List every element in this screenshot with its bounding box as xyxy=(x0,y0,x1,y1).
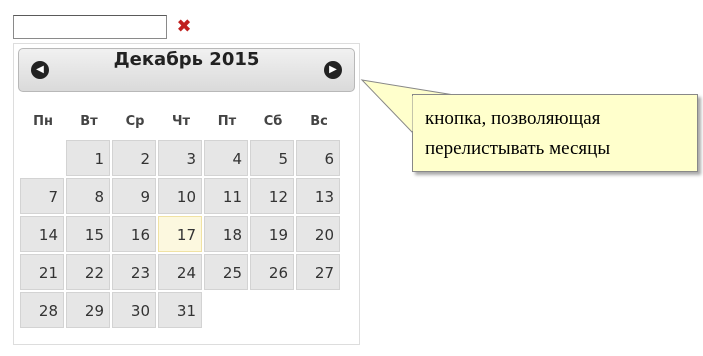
day-4[interactable]: 4 xyxy=(204,139,248,176)
day-cell: 21 xyxy=(20,253,64,290)
day-29[interactable]: 29 xyxy=(66,291,110,328)
day-cell: 27 xyxy=(296,253,340,290)
day-26[interactable]: 26 xyxy=(250,253,294,290)
day-11[interactable]: 11 xyxy=(204,177,248,214)
callout-line: перелистывать месяцы xyxy=(425,138,611,159)
day-14[interactable]: 14 xyxy=(20,215,64,252)
weekday-label: Пн xyxy=(33,113,53,129)
day-cell: 8 xyxy=(66,177,110,214)
day-cell xyxy=(298,294,340,328)
day-23[interactable]: 23 xyxy=(112,253,156,290)
day-cell: 23 xyxy=(112,253,156,290)
week-row: 14 15 16 17 18 19 20 xyxy=(20,215,340,252)
day-cell: 3 xyxy=(158,139,202,176)
day-31[interactable]: 31 xyxy=(158,291,202,328)
day-7[interactable]: 7 xyxy=(20,177,64,214)
prev-month-icon[interactable]: ◀ xyxy=(31,61,49,79)
day-cell: 12 xyxy=(250,177,294,214)
day-cell: 18 xyxy=(204,215,248,252)
day-cell: 29 xyxy=(66,291,110,328)
day-30[interactable]: 30 xyxy=(112,291,156,328)
day-cell: 19 xyxy=(250,215,294,252)
day-cell: 28 xyxy=(20,291,64,328)
day-cell: 24 xyxy=(158,253,202,290)
day-cell: 15 xyxy=(66,215,110,252)
week-row: 7 8 9 10 11 12 13 xyxy=(20,177,340,214)
weekday-label: Пт xyxy=(217,113,237,129)
day-15[interactable]: 15 xyxy=(66,215,110,252)
day-cell: 31 xyxy=(158,291,202,328)
day-18[interactable]: 18 xyxy=(204,215,248,252)
day-1[interactable]: 1 xyxy=(66,139,110,176)
day-2[interactable]: 2 xyxy=(112,139,156,176)
calendar-grid: Пн Вт Ср Чт Пт Сб Вс 1 2 3 4 5 6 7 8 9 10 11 12 13 14… xyxy=(18,100,344,332)
day-cell: 2 xyxy=(112,139,156,176)
day-cell: 17 xyxy=(158,215,202,252)
month-title: Декабрь 2015 xyxy=(113,49,260,70)
day-9[interactable]: 9 xyxy=(112,177,156,214)
day-cell: 5 xyxy=(250,139,294,176)
day-cell: 4 xyxy=(204,139,248,176)
date-input[interactable] xyxy=(13,15,167,39)
callout-box: кнопка, позволяющая перелистывать месяцы xyxy=(412,94,698,172)
week-row: 123456 xyxy=(22,139,340,176)
month-header: Декабрь 2015 ◀ ▶ xyxy=(18,48,355,92)
day-24[interactable]: 24 xyxy=(158,253,202,290)
day-27[interactable]: 27 xyxy=(296,253,340,290)
day-cell: 25 xyxy=(204,253,248,290)
day-cell: 16 xyxy=(112,215,156,252)
day-cell: 10 xyxy=(158,177,202,214)
day-28[interactable]: 28 xyxy=(20,291,64,328)
datepicker: Декабрь 2015 ◀ ▶ Пн Вт Ср Чт Пт Сб Вс 12… xyxy=(13,43,360,345)
weekday-label: Вс xyxy=(310,113,328,129)
day-8[interactable]: 8 xyxy=(66,177,110,214)
day-cell: 20 xyxy=(296,215,340,252)
next-month-icon[interactable]: ▶ xyxy=(324,61,342,79)
day-cell: 22 xyxy=(66,253,110,290)
day-cell: 26 xyxy=(250,253,294,290)
day-cell xyxy=(252,294,294,328)
day-cell xyxy=(22,142,64,176)
day-10[interactable]: 10 xyxy=(158,177,202,214)
day-cell: 9 xyxy=(112,177,156,214)
day-cell: 7 xyxy=(20,177,64,214)
weekday-label: Ср xyxy=(125,113,145,129)
day-21[interactable]: 21 xyxy=(20,253,64,290)
day-25[interactable]: 25 xyxy=(204,253,248,290)
day-19[interactable]: 19 xyxy=(250,215,294,252)
day-17[interactable]: 17 xyxy=(158,215,202,252)
day-cell xyxy=(206,294,248,328)
day-cell: 6 xyxy=(296,139,340,176)
day-22[interactable]: 22 xyxy=(66,253,110,290)
day-6[interactable]: 6 xyxy=(296,139,340,176)
weekday-row: Пн Вт Ср Чт Пт Сб Вс xyxy=(22,104,340,138)
day-cell: 14 xyxy=(20,215,64,252)
clear-icon[interactable]: ✖ xyxy=(174,16,194,38)
week-row: 21 22 23 24 25 26 27 xyxy=(20,253,340,290)
weekday-label: Сб xyxy=(263,113,283,129)
day-cell: 11 xyxy=(204,177,248,214)
day-12[interactable]: 12 xyxy=(250,177,294,214)
day-13[interactable]: 13 xyxy=(296,177,340,214)
day-20[interactable]: 20 xyxy=(296,215,340,252)
day-16[interactable]: 16 xyxy=(112,215,156,252)
day-3[interactable]: 3 xyxy=(158,139,202,176)
day-cell: 30 xyxy=(112,291,156,328)
day-cell: 1 xyxy=(66,139,110,176)
weekday-label: Вт xyxy=(80,113,98,129)
week-row: 28 29 30 31 xyxy=(20,291,340,328)
day-cell: 13 xyxy=(296,177,340,214)
day-5[interactable]: 5 xyxy=(250,139,294,176)
callout-line: кнопка, позволяющая xyxy=(425,108,601,129)
weekday-label: Чт xyxy=(171,113,191,129)
